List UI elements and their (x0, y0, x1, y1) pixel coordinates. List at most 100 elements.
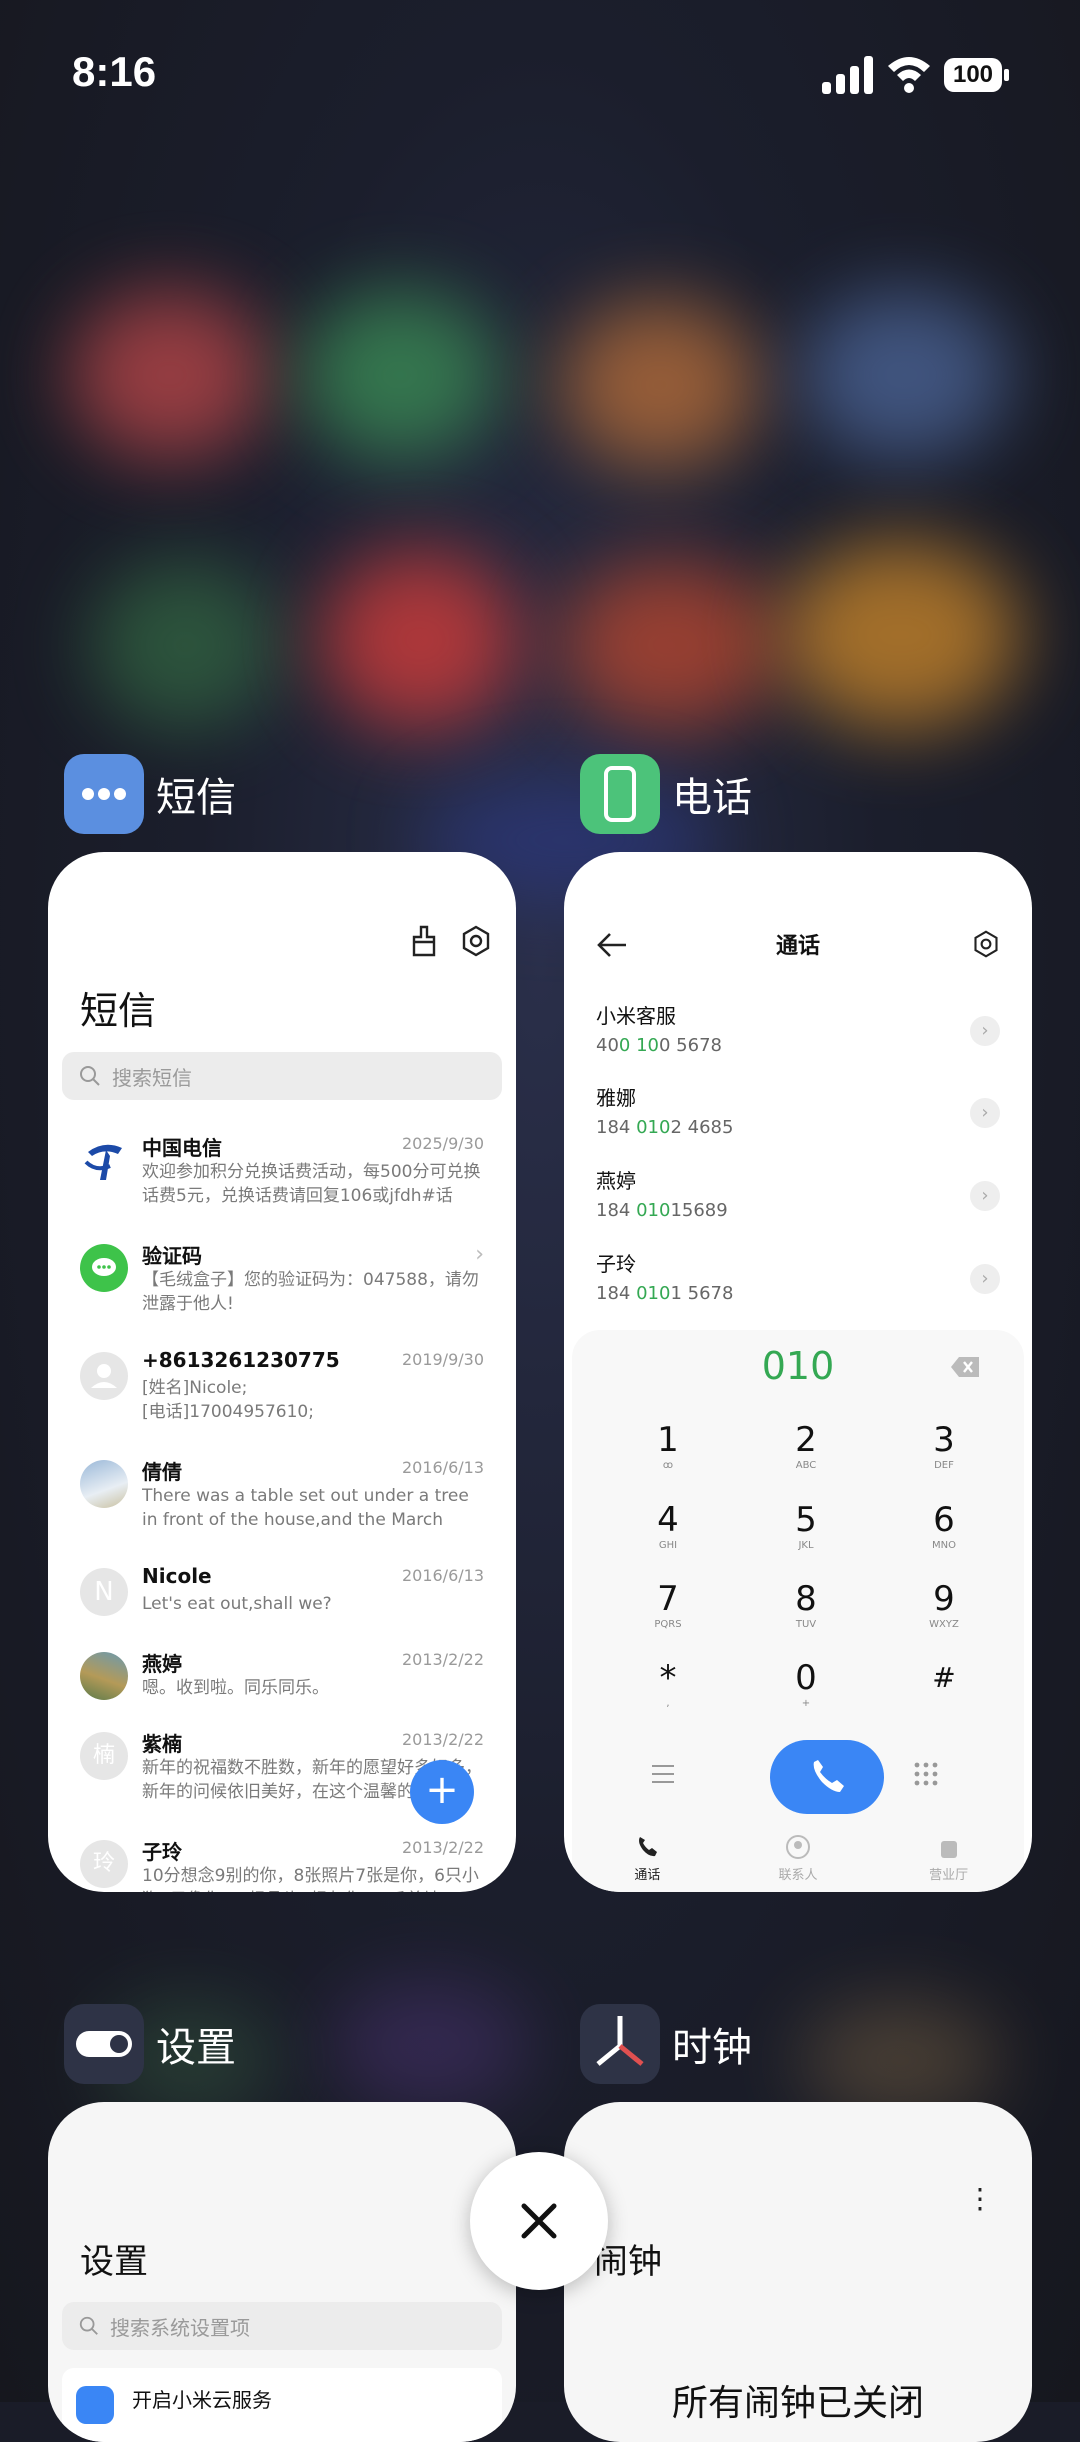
list-item[interactable]: 倩倩 2016/6/13 There was a table set out u… (48, 1452, 516, 1552)
settings-app-icon (64, 2004, 144, 2084)
key-star[interactable]: *, (608, 1658, 728, 1734)
chevron-right-icon[interactable]: › (970, 1016, 1000, 1046)
chevron-right-icon[interactable]: › (970, 1181, 1000, 1211)
search-input[interactable]: 搜索短信 (62, 1052, 502, 1100)
settings-icon[interactable] (972, 928, 1000, 960)
chevron-right-icon: › (475, 1242, 484, 1267)
clock-time: 8:16 (72, 48, 157, 95)
message-preview: 嗯。收到啦。同乐同乐。 (142, 1678, 329, 1698)
avatar: N (80, 1568, 128, 1616)
page-title: 通话 (775, 934, 820, 959)
contact-number: 184 0102 4685 (596, 1117, 734, 1138)
search-icon (80, 1066, 100, 1086)
key-5[interactable]: 5 JKL (746, 1500, 866, 1576)
page-title: 设置 (80, 2242, 148, 2282)
contact-suggestion[interactable]: 小米客服 400 100 5678 › (596, 1000, 1000, 1074)
message-preview: There was a table set out under a tree i… (142, 1486, 469, 1530)
menu-icon[interactable] (652, 1764, 674, 1784)
message-preview: 10分想念9别的你，8张照片7张是你，6只小狗5只像你，4根骨头3根归你，2瓜着… (142, 1866, 479, 1892)
message-date: 2013/2/22 (401, 1838, 484, 1857)
contact-name: 子玲 (596, 1252, 636, 1276)
clock-card[interactable]: ⋮ 闹钟 所有闹钟已关闭 (564, 2102, 1032, 2442)
message-date: 2013/2/22 (401, 1730, 484, 1749)
message-preview: [姓名]Nicole; [电话]17004957610; (142, 1378, 314, 1422)
person-icon (80, 1352, 128, 1400)
search-input[interactable]: 搜索系统设置项 (62, 2302, 502, 2350)
list-item[interactable]: 玲 子玲 2013/2/22 10分想念9别的你，8张照片7张是你，6只小狗5只… (48, 1832, 516, 1892)
message-date: 2013/2/22 (401, 1650, 484, 1669)
clock-app-name: 时钟 (672, 2025, 752, 2071)
key-9[interactable]: 9 WXYZ (884, 1579, 1004, 1655)
avatar: 玲 (80, 1840, 128, 1888)
clock-app-header[interactable]: 时钟 (580, 2004, 752, 2084)
phone-icon (639, 1837, 658, 1857)
list-item[interactable]: +8613261230775 2019/9/30 [姓名]Nicole; [电话… (48, 1344, 516, 1444)
phone-app-icon (580, 754, 660, 834)
settings-card[interactable]: 设置 搜索系统设置项 开启小米云服务 (48, 2102, 516, 2442)
alarm-status: 所有闹钟已关闭 (671, 2383, 924, 2424)
sms-app-icon (64, 754, 144, 834)
cloud-service-label: 开启小米云服务 (132, 2388, 272, 2412)
tab-contacts[interactable]: 联系人 (743, 1824, 853, 1892)
page-title: 短信 (80, 989, 157, 1033)
list-item[interactable]: 中国电信 2025/9/30 欢迎参加积分兑换话费活动，每500分可兑换话费5元… (48, 1128, 516, 1228)
chevron-right-icon[interactable]: › (970, 1098, 1000, 1128)
battery-icon: 100 (944, 58, 1009, 92)
call-button[interactable] (770, 1740, 884, 1814)
avatar-photo (80, 1460, 128, 1508)
compose-button[interactable]: + (410, 1760, 474, 1824)
message-preview: 【毛绒盒子】您的验证码为：047588，请勿泄露于他人! (142, 1270, 479, 1314)
wifi-icon (888, 57, 930, 93)
clock-app-icon (580, 2004, 660, 2084)
sms-app-name: 短信 (156, 775, 236, 821)
status-bar: 8:16 100 (0, 0, 1080, 150)
contact-suggestion[interactable]: 燕婷 184 01015689 › (596, 1165, 1000, 1239)
search-placeholder: 搜索短信 (112, 1065, 192, 1090)
key-0[interactable]: 0 + (746, 1658, 866, 1734)
chevron-right-icon[interactable]: › (970, 1264, 1000, 1294)
message-date: 2025/9/30 (401, 1134, 484, 1153)
more-options-icon[interactable]: ⋮ (966, 2182, 994, 2215)
brush-icon[interactable] (408, 924, 440, 958)
contact-number: 184 0101 5678 (596, 1283, 734, 1304)
contact-number: 400 100 5678 (596, 1035, 722, 1056)
contact-suggestion[interactable]: 子玲 184 0101 5678 › (596, 1248, 1000, 1322)
search-placeholder: 搜索系统设置项 (110, 2315, 250, 2340)
sender-name: 倩倩 (142, 1460, 182, 1484)
key-hash[interactable]: # (884, 1658, 1004, 1734)
tab-service-hall[interactable]: 营业厅 (894, 1824, 1004, 1892)
sender-name: 验证码 (142, 1244, 202, 1268)
sender-name: Nicole (142, 1564, 212, 1588)
sms-card[interactable]: 短信 搜索短信 中国电信 2025/9/30 欢迎参加积分兑换话费活动，每500… (48, 852, 516, 1892)
cloud-service-item[interactable]: 开启小米云服务 (62, 2368, 502, 2442)
phone-app-header[interactable]: 电话 (580, 754, 752, 834)
dialpad: 010 1ꝏ 2 ABC 3 DEF 4 GHI 5 JKL 6 MNO 7 PQRS 8T… (572, 1330, 1024, 1892)
contact-name: 小米客服 (596, 1004, 676, 1028)
bottom-tabs: 通话 联系人 营业厅 (572, 1824, 1024, 1892)
key-8[interactable]: 8 TUV (746, 1579, 866, 1655)
backspace-icon[interactable] (950, 1356, 980, 1378)
search-icon (79, 2316, 98, 2335)
key-6[interactable]: 6 MNO (884, 1500, 1004, 1576)
close-icon (521, 2203, 557, 2239)
contact-name: 燕婷 (596, 1169, 636, 1193)
contact-number: 184 01015689 (596, 1200, 728, 1221)
avatar-photo (80, 1652, 128, 1700)
key-2[interactable]: 2 ABC (746, 1420, 866, 1496)
settings-app-header[interactable]: 设置 (64, 2004, 236, 2084)
sms-app-header[interactable]: 短信 (64, 754, 236, 834)
tab-calls[interactable]: 通话 (592, 1824, 702, 1892)
contact-icon (785, 1835, 810, 1859)
key-1[interactable]: 1ꝏ (608, 1420, 728, 1496)
dialpad-grid-icon[interactable] (914, 1762, 938, 1786)
list-item[interactable]: 验证码 › 【毛绒盒子】您的验证码为：047588，请勿泄露于他人! (48, 1236, 516, 1336)
key-4[interactable]: 4 GHI (608, 1500, 728, 1576)
key-7[interactable]: 7 PQRS (608, 1579, 728, 1655)
close-all-button[interactable] (470, 2152, 608, 2290)
shopping-bag-icon (940, 1841, 957, 1858)
sender-name: 中国电信 (142, 1136, 222, 1160)
contact-suggestion[interactable]: 雅娜 184 0102 4685 › (596, 1082, 1000, 1156)
phone-card[interactable]: 通话 小米客服 400 100 5678 › 雅娜 184 0102 4685 … (564, 852, 1032, 1892)
key-3[interactable]: 3 DEF (884, 1420, 1004, 1496)
settings-icon[interactable] (460, 924, 492, 958)
